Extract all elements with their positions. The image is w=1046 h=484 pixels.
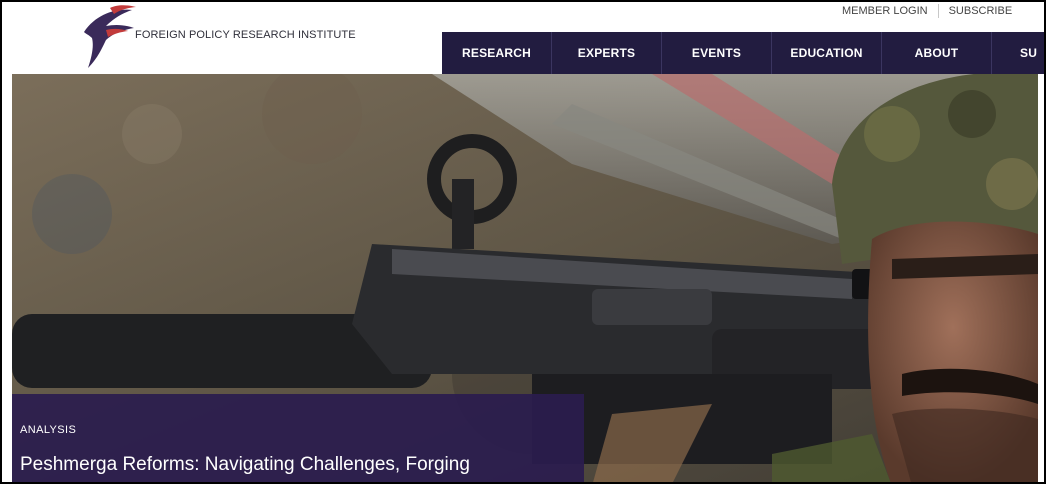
subscribe-link[interactable]: SUBSCRIBE	[939, 4, 1023, 18]
nav-education[interactable]: EDUCATION	[772, 32, 882, 74]
nav-events[interactable]: EVENTS	[662, 32, 772, 74]
nav-research[interactable]: RESEARCH	[442, 32, 552, 74]
article-category: ANALYSIS	[20, 424, 77, 436]
hero-banner[interactable]: ANALYSIS Peshmerga Reforms: Navigating C…	[12, 74, 1038, 482]
site-header: FOREIGN POLICY RESEARCH INSTITUTE MEMBER…	[2, 2, 1044, 74]
utility-links: MEMBER LOGIN SUBSCRIBE	[832, 3, 1022, 19]
nav-about[interactable]: ABOUT	[882, 32, 992, 74]
article-caption[interactable]: ANALYSIS Peshmerga Reforms: Navigating C…	[12, 394, 584, 482]
fpri-bird-logo-icon[interactable]	[76, 4, 140, 70]
main-nav: RESEARCH EXPERTS EVENTS EDUCATION ABOUT …	[442, 32, 1044, 74]
nav-support[interactable]: SU	[992, 32, 1044, 74]
institute-name[interactable]: FOREIGN POLICY RESEARCH INSTITUTE	[135, 29, 356, 41]
browser-viewport: FOREIGN POLICY RESEARCH INSTITUTE MEMBER…	[0, 0, 1046, 484]
nav-experts[interactable]: EXPERTS	[552, 32, 662, 74]
member-login-link[interactable]: MEMBER LOGIN	[832, 4, 939, 18]
article-title[interactable]: Peshmerga Reforms: Navigating Challenges…	[20, 454, 470, 476]
